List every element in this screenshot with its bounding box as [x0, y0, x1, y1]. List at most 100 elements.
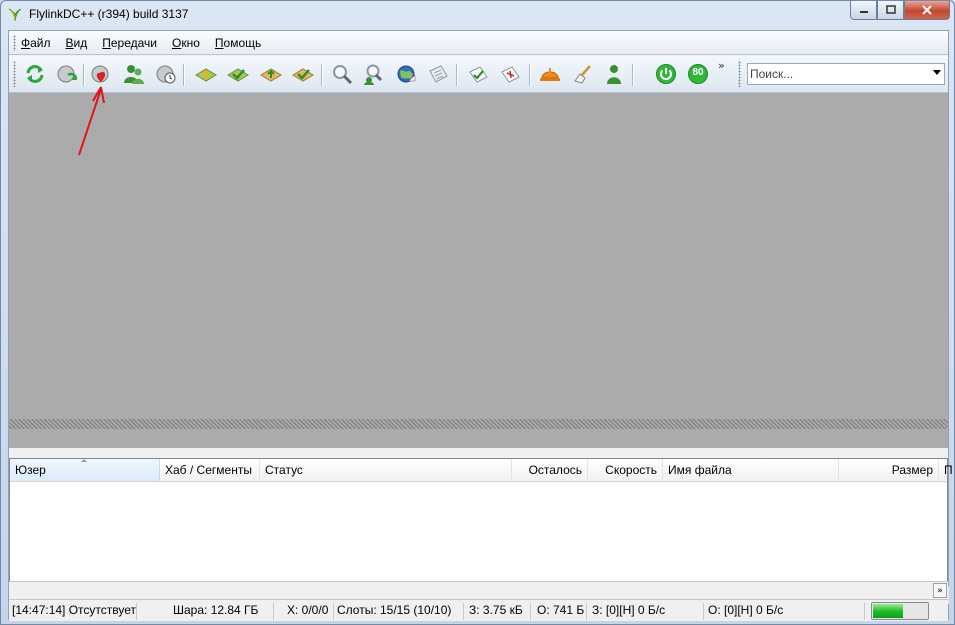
- search-combobox[interactable]: [747, 63, 945, 85]
- column-header-3[interactable]: Статус: [260, 459, 512, 481]
- download-queue-icon: [195, 68, 217, 82]
- menu-item-1[interactable]: Файл: [21, 36, 51, 50]
- network-stats-icon: [397, 65, 416, 83]
- settings-button[interactable]: [538, 62, 562, 86]
- search-icon: [333, 65, 353, 85]
- status-download-speed: З: [0][Н] 0 Б/с: [589, 603, 704, 620]
- client-area: Файл Вид Передачи Окно Помощь 80 » Поиск…: [8, 30, 953, 621]
- search-button[interactable]: [330, 62, 354, 86]
- column-header-1[interactable]: Юзер: [10, 459, 160, 481]
- menu-item-3[interactable]: Передачи: [102, 36, 157, 50]
- close-button[interactable]: [904, 1, 950, 20]
- flylink-logo-icon: [8, 8, 22, 22]
- toolbar-separator: [529, 64, 530, 86]
- clear-icon: [574, 65, 591, 84]
- annotation-arrow-icon: [78, 86, 105, 156]
- status-share: Шара: 12.84 ГБ: [170, 603, 274, 620]
- minimize-button[interactable]: [850, 1, 877, 20]
- search-input[interactable]: [750, 65, 926, 83]
- sort-ascending-icon: [81, 459, 87, 462]
- download-queue-button[interactable]: [194, 62, 218, 86]
- menu-accelerator: П: [102, 36, 111, 50]
- menu-accelerator: Ф: [21, 36, 31, 50]
- adl-search-icon: [469, 66, 488, 83]
- traffic-meter-fill: [873, 604, 903, 618]
- cdm-debug-icon: [501, 66, 520, 83]
- panel-expand-button[interactable]: »: [933, 583, 947, 598]
- main-toolbar: 80 »: [9, 56, 948, 93]
- maximize-button[interactable]: [877, 1, 904, 20]
- menu-accelerator: О: [172, 36, 182, 50]
- toolbar-separator: [321, 64, 322, 86]
- search-dropdown-arrow-icon[interactable]: [933, 70, 941, 75]
- traffic-meter: [871, 602, 929, 620]
- menu-label-rest: омощь: [223, 36, 262, 50]
- column-header-7[interactable]: Размер: [839, 459, 939, 481]
- network-stats-button[interactable]: [394, 62, 418, 86]
- toolbar-grip[interactable]: [13, 61, 16, 87]
- status-upload-speed: О: [0][Н] 0 Б/с: [705, 603, 865, 620]
- reconnect-icon: [26, 65, 44, 83]
- window-title: FlylinkDC++ (r394) build 3137: [29, 7, 189, 21]
- column-header-4[interactable]: Осталось: [512, 459, 588, 481]
- notepad-button[interactable]: [426, 62, 450, 86]
- column-header-6[interactable]: Имя файла: [663, 459, 839, 481]
- minimize-icon: [859, 11, 868, 13]
- status-uploaded: О: 741 Б: [534, 603, 587, 620]
- menu-bar: Файл Вид Передачи Окно Помощь: [9, 31, 948, 55]
- upload-queue-button[interactable]: [259, 62, 283, 86]
- transfers-panel: Юзер Хаб / Сегменты Статус Осталось Скорость…: [9, 429, 953, 604]
- column-header-8[interactable]: П: [939, 459, 955, 481]
- menu-item-2[interactable]: Вид: [66, 36, 88, 50]
- settings-icon: [540, 68, 560, 81]
- reconnect-button[interactable]: [23, 62, 47, 86]
- menu-items: Файл Вид Передачи Окно Помощь: [21, 36, 276, 50]
- search-spy-icon: [364, 64, 383, 85]
- finished-uploads-button[interactable]: [291, 62, 315, 86]
- recent-hubs-button[interactable]: [154, 62, 178, 86]
- slots-badge: 80: [692, 67, 704, 78]
- notepad-icon: [429, 65, 448, 83]
- column-header-2[interactable]: Хаб / Сегменты: [160, 459, 260, 481]
- finished-downloads-button[interactable]: [226, 62, 250, 86]
- menu-grip[interactable]: [13, 35, 16, 51]
- slots-80-button[interactable]: 80: [686, 62, 710, 86]
- status-slots: Слоты: 15/15 (10/10): [334, 603, 464, 620]
- menu-label-rest: айл: [30, 36, 51, 50]
- transfers-list[interactable]: Юзер Хаб / Сегменты Статус Осталось Скорость…: [9, 458, 953, 604]
- window-controls: [850, 1, 950, 21]
- search-spy-button[interactable]: [362, 62, 386, 86]
- toolbar-separator: [632, 64, 633, 86]
- toolbar-separator: [183, 64, 184, 86]
- away-button[interactable]: [602, 62, 626, 86]
- finished-downloads-icon: [227, 68, 249, 82]
- app-window: FlylinkDC++ (r394) build 3137 Файл Вид Пер…: [0, 0, 955, 625]
- favorite-users-icon: [124, 65, 144, 84]
- menu-item-4[interactable]: Окно: [172, 36, 200, 50]
- mdi-workspace-lower: [9, 429, 948, 448]
- toolbar-overflow-chevron[interactable]: »: [718, 59, 725, 72]
- clear-button[interactable]: [570, 62, 594, 86]
- mdi-workspace: [9, 93, 948, 419]
- menu-accelerator: П: [214, 36, 224, 50]
- panel-toolbar: »: [9, 581, 948, 599]
- recent-hubs-icon: [156, 65, 176, 84]
- menu-label-rest: кно: [181, 36, 200, 50]
- search-grip[interactable]: [738, 61, 741, 87]
- transfers-list-header: Юзер Хаб / Сегменты Статус Осталось Скорость…: [10, 459, 953, 482]
- menu-accelerator: В: [65, 36, 74, 50]
- status-hubs: X: 0/0/0: [284, 603, 334, 620]
- away-icon: [607, 65, 621, 84]
- status-log: [14:47:14] Отсутствует: [9, 603, 137, 620]
- adl-search-button[interactable]: [466, 62, 490, 86]
- finished-uploads-icon: [292, 68, 314, 82]
- column-header-5[interactable]: Скорость: [588, 459, 663, 481]
- menu-label-rest: ид: [73, 36, 88, 50]
- splitter-bar[interactable]: [9, 419, 948, 429]
- favorite-users-button[interactable]: [122, 62, 146, 86]
- speed-limit-icon: [656, 64, 676, 84]
- speed-limit-button[interactable]: [654, 62, 678, 86]
- menu-item-5[interactable]: Помощь: [215, 36, 261, 50]
- cdm-debug-button[interactable]: [498, 62, 522, 86]
- title-bar[interactable]: FlylinkDC++ (r394) build 3137: [1, 1, 954, 29]
